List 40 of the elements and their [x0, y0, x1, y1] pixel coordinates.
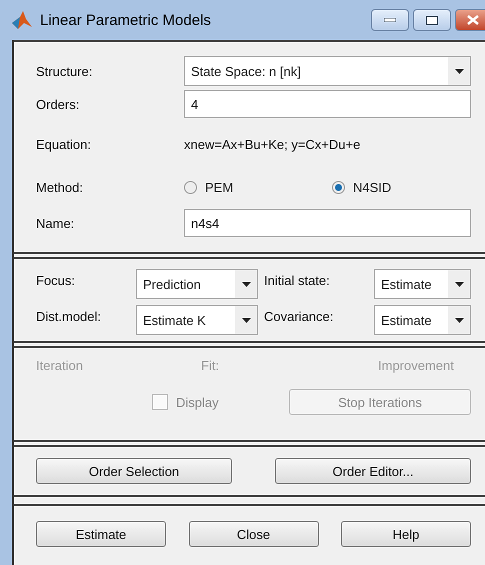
column-header: Fit: — [201, 358, 220, 373]
method-radio[interactable]: N4SID — [332, 180, 480, 194]
option-dropdown[interactable]: Estimate K — [136, 305, 258, 335]
equation-text: xnew=Ax+Bu+Ke; y=Cx+Du+e — [184, 136, 360, 152]
field-label: Initial state: — [264, 272, 331, 288]
dropdown-arrow-icon — [454, 282, 464, 286]
structure-dropdown[interactable]: State Space: n [nk] — [184, 56, 471, 86]
order-button[interactable]: Order Selection — [36, 458, 232, 484]
close-icon — [467, 15, 479, 25]
dropdown-arrow-icon — [454, 318, 464, 322]
maximize-icon — [426, 16, 438, 24]
field-label: Orders: — [36, 96, 80, 112]
dropdown-arrow-icon — [454, 68, 464, 74]
peak-surface-logo-icon — [12, 11, 32, 29]
option-dropdown[interactable]: Estimate — [374, 305, 471, 335]
minimize-icon — [384, 18, 396, 22]
field-label: Dist.model: — [36, 308, 102, 324]
field-label: Structure: — [36, 64, 94, 78]
field-label: Focus: — [36, 272, 76, 288]
field-label: Covariance: — [264, 308, 334, 324]
window-title: Linear Parametric Models — [40, 12, 211, 28]
method-radio[interactable]: PEM — [184, 180, 332, 194]
option-dropdown[interactable]: Prediction — [136, 269, 258, 299]
close-window-button[interactable] — [455, 9, 485, 31]
maximize-button[interactable] — [413, 9, 451, 31]
action-button[interactable]: Close — [188, 521, 318, 547]
dropdown-arrow-icon — [242, 318, 250, 322]
order-button[interactable]: Order Editor... — [275, 458, 471, 484]
action-button[interactable]: Estimate — [36, 521, 166, 547]
field-label: Name: — [36, 216, 76, 230]
action-button[interactable]: Help — [341, 521, 471, 547]
dropdown-arrow-icon — [242, 282, 250, 286]
orders-field[interactable]: 4 — [184, 90, 471, 118]
name-field[interactable]: n4s4 — [184, 209, 471, 237]
column-header: Iteration — [36, 358, 84, 373]
field-label: Equation: — [36, 136, 92, 152]
column-header: Improvement — [377, 358, 455, 373]
field-label: Method: — [36, 180, 84, 194]
option-dropdown[interactable]: Estimate — [374, 269, 471, 299]
minimize-button[interactable] — [371, 9, 409, 31]
